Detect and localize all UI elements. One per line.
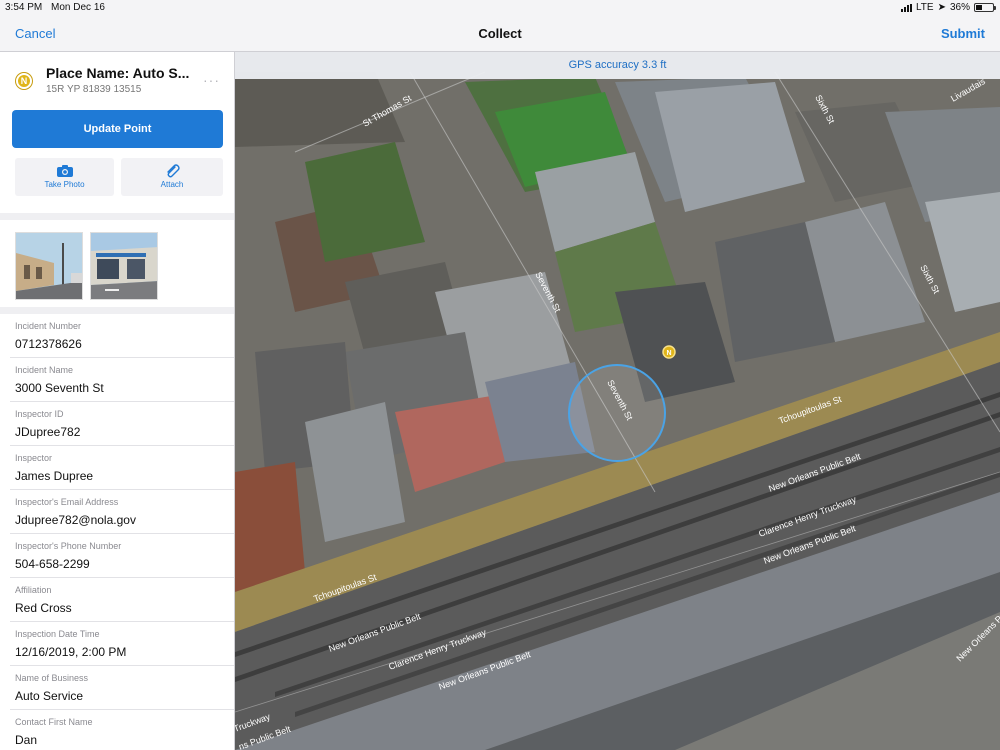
- attach-button[interactable]: Attach: [121, 158, 223, 196]
- camera-icon: [56, 165, 73, 177]
- signal-icon: [900, 3, 912, 12]
- map-view[interactable]: St Thomas St Seventh St Seventh St Sixth…: [235, 52, 1000, 750]
- field-label: Inspection Date Time: [15, 629, 100, 639]
- field-value: Dan: [15, 733, 38, 747]
- field-value: James Dupree: [15, 469, 94, 483]
- attribute-field[interactable]: Incident Number 0712378626: [10, 314, 234, 358]
- more-options-icon[interactable]: ···: [203, 72, 220, 88]
- field-value: Jdupree782@nola.gov: [15, 513, 136, 527]
- attribute-field[interactable]: Name of Business Auto Service: [10, 666, 234, 710]
- map-imagery: St Thomas St Seventh St Seventh St Sixth…: [235, 52, 1000, 750]
- field-value: Auto Service: [15, 689, 84, 703]
- attribute-field[interactable]: Inspector James Dupree: [10, 446, 234, 490]
- storefront-photo-image: [91, 233, 157, 299]
- photo-thumbnail[interactable]: [15, 232, 83, 300]
- gps-accuracy-circle: [568, 364, 666, 462]
- field-label: Affiliation: [15, 585, 52, 595]
- attribute-field[interactable]: Inspection Date Time 12/16/2019, 2:00 PM: [10, 622, 234, 666]
- field-label: Contact First Name: [15, 717, 93, 727]
- nav-bar: Cancel Collect Submit: [0, 16, 1000, 52]
- field-label: Inspector's Email Address: [15, 497, 119, 507]
- field-value: 3000 Seventh St: [15, 381, 104, 395]
- field-label: Name of Business: [15, 673, 89, 683]
- attribute-field[interactable]: Inspector ID JDupree782: [10, 402, 234, 446]
- place-marker-icon: N: [16, 73, 32, 89]
- map-point-glyph: N: [666, 350, 671, 357]
- field-value: 12/16/2019, 2:00 PM: [15, 645, 127, 659]
- battery-fill: [976, 5, 982, 10]
- battery-percent: 36%: [949, 2, 970, 13]
- field-value: 0712378626: [15, 337, 82, 351]
- field-label: Inspector's Phone Number: [15, 541, 122, 551]
- attach-label: Attach: [160, 180, 184, 189]
- attribute-field[interactable]: Affiliation Red Cross: [10, 578, 234, 622]
- take-photo-button[interactable]: Take Photo: [15, 158, 114, 196]
- take-photo-label: Take Photo: [44, 180, 85, 189]
- update-point-button[interactable]: Update Point: [12, 110, 223, 148]
- field-value: Red Cross: [15, 601, 72, 615]
- field-label: Incident Name: [15, 365, 74, 375]
- photo-thumbnail[interactable]: [90, 232, 158, 300]
- paperclip-icon: [167, 164, 180, 178]
- panel-header: N Place Name: Auto S... 15R YP 81839 135…: [0, 52, 234, 213]
- photo-attachments: [0, 220, 234, 307]
- place-coordinates: 15R YP 81839 13515: [46, 84, 142, 95]
- gps-accuracy-banner: GPS accuracy 3.3 ft: [235, 52, 1000, 79]
- nav-title: Collect: [478, 26, 522, 41]
- feature-panel: N Place Name: Auto S... 15R YP 81839 135…: [0, 52, 235, 750]
- attribute-field[interactable]: Incident Name 3000 Seventh St: [10, 358, 234, 402]
- cancel-button[interactable]: Cancel: [15, 26, 55, 41]
- network-type: LTE: [915, 2, 934, 13]
- street-photo-image: [16, 233, 82, 299]
- place-name: Place Name: Auto S...: [46, 65, 190, 81]
- battery-icon: [974, 3, 996, 12]
- attribute-list: Incident Number 0712378626 Incident Name 30…: [0, 314, 234, 750]
- field-label: Incident Number: [15, 321, 82, 331]
- status-time: 3:54 PM: [5, 2, 43, 13]
- attribute-field[interactable]: Contact First Name Dan: [10, 710, 234, 750]
- field-value: 504-658-2299: [15, 557, 90, 571]
- status-bar: 3:54 PM Mon Dec 16 LTE ➤ 36%: [0, 0, 1000, 16]
- location-arrow-icon: ➤: [937, 2, 946, 13]
- field-label: Inspector ID: [15, 409, 64, 419]
- field-value: JDupree782: [15, 425, 81, 439]
- status-date: Mon Dec 16: [51, 2, 105, 13]
- field-label: Inspector: [15, 453, 53, 463]
- attribute-field[interactable]: Inspector's Email Address Jdupree782@nola…: [10, 490, 234, 534]
- attribute-field[interactable]: Inspector's Phone Number 504-658-2299: [10, 534, 234, 578]
- submit-button[interactable]: Submit: [941, 26, 985, 41]
